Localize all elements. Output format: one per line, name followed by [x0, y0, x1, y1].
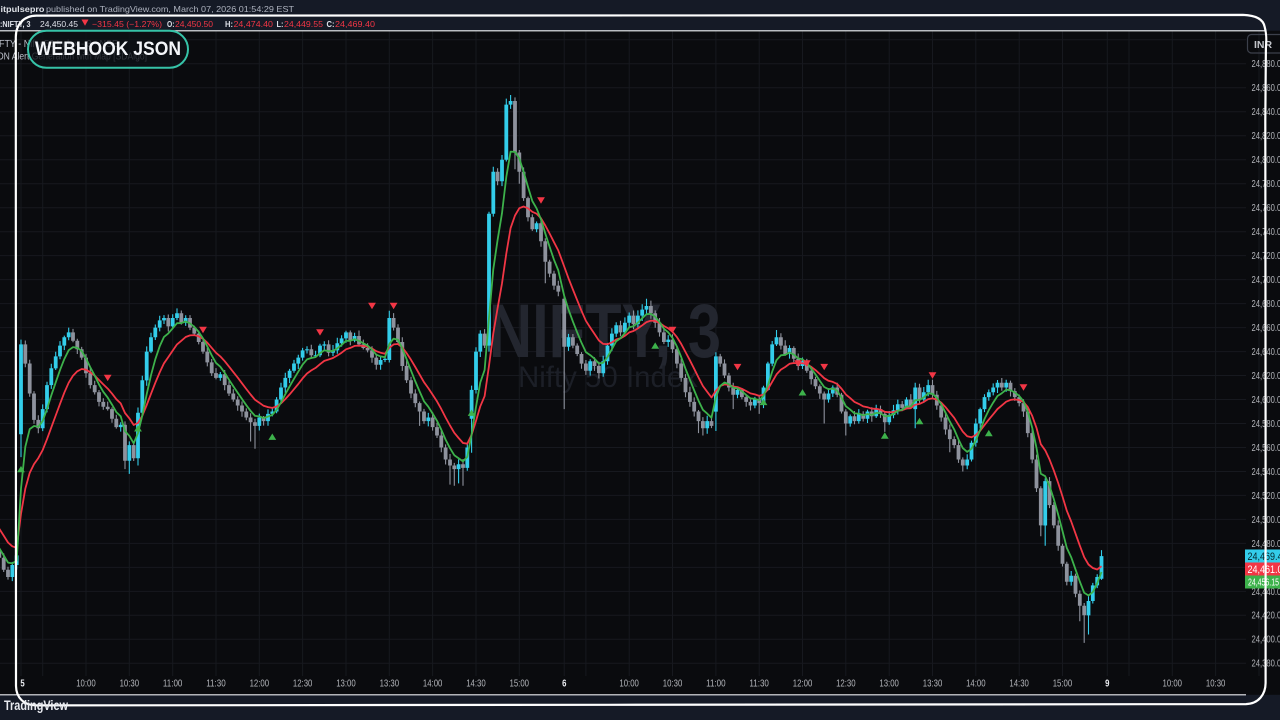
- svg-text:itpulsepro: itpulsepro: [1, 4, 45, 14]
- svg-text:14:00: 14:00: [423, 677, 443, 689]
- svg-text:12:30: 12:30: [293, 677, 313, 689]
- svg-text:5: 5: [20, 677, 24, 689]
- svg-text:L:: L:: [277, 19, 284, 29]
- svg-text:24,469.40: 24,469.40: [1248, 551, 1280, 563]
- svg-text:6: 6: [562, 677, 566, 689]
- svg-text:12:00: 12:00: [793, 677, 813, 689]
- svg-text:O:: O:: [167, 19, 175, 29]
- svg-text:9: 9: [1105, 677, 1109, 689]
- svg-text:TradingView: TradingView: [4, 698, 68, 713]
- svg-text:24,450.50: 24,450.50: [175, 19, 213, 29]
- svg-text:12:00: 12:00: [250, 677, 270, 689]
- svg-text:13:30: 13:30: [380, 677, 400, 689]
- svg-text:11:30: 11:30: [206, 677, 226, 689]
- svg-text:11:00: 11:00: [163, 677, 183, 689]
- svg-text:10:30: 10:30: [663, 677, 683, 689]
- svg-text:INR: INR: [1254, 39, 1273, 51]
- svg-text:Nifty 50 Index: Nifty 50 Index: [518, 361, 698, 394]
- svg-text:13:30: 13:30: [923, 677, 943, 689]
- svg-text:24,450.45: 24,450.45: [40, 19, 78, 29]
- svg-text:10:00: 10:00: [76, 677, 96, 689]
- svg-text:15:00: 15:00: [510, 677, 530, 689]
- svg-text:11:00: 11:00: [706, 677, 726, 689]
- svg-text:14:30: 14:30: [1009, 677, 1029, 689]
- svg-text:10:00: 10:00: [619, 677, 639, 689]
- svg-text:13:00: 13:00: [336, 677, 356, 689]
- svg-text:published on TradingView.com,: published on TradingView.com, March 07, …: [46, 4, 294, 14]
- svg-text:13:00: 13:00: [879, 677, 899, 689]
- svg-text:C:: C:: [327, 19, 335, 29]
- svg-text:24,474.40: 24,474.40: [234, 19, 274, 29]
- svg-text:11:30: 11:30: [749, 677, 769, 689]
- svg-text:10:30: 10:30: [120, 677, 140, 689]
- svg-text:12:30: 12:30: [836, 677, 856, 689]
- svg-text:24,469.40: 24,469.40: [335, 19, 375, 29]
- svg-text:14:30: 14:30: [466, 677, 486, 689]
- svg-text:24,449.55: 24,449.55: [284, 19, 323, 29]
- svg-text:15:00: 15:00: [1053, 677, 1073, 689]
- svg-text:WEBHOOK JSON: WEBHOOK JSON: [35, 39, 181, 60]
- svg-text:24,456.15: 24,456.15: [1248, 578, 1279, 589]
- svg-text::NIFTY, 3: :NIFTY, 3: [0, 19, 31, 29]
- svg-text:H:: H:: [225, 19, 233, 29]
- svg-text:24,461.00: 24,461.00: [1248, 564, 1280, 576]
- svg-text:10:30: 10:30: [1206, 677, 1226, 689]
- svg-text:14:00: 14:00: [966, 677, 986, 689]
- svg-text:−315.45 (−1.27%): −315.45 (−1.27%): [92, 19, 162, 29]
- svg-text:10:00: 10:00: [1163, 677, 1183, 689]
